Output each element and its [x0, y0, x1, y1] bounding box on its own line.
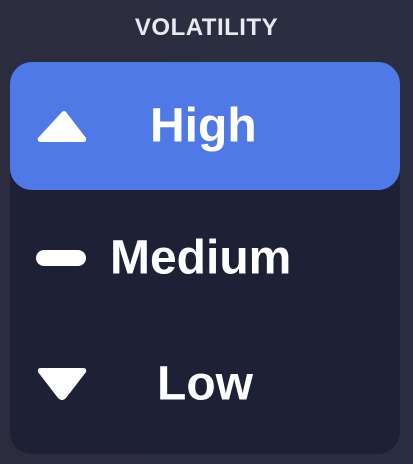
option-low-label: Low [157, 357, 253, 411]
triangle-up-icon [37, 111, 87, 142]
option-low[interactable]: Low [10, 320, 400, 448]
triangle-down-icon [37, 368, 87, 400]
option-medium[interactable]: Medium [10, 194, 400, 322]
volatility-selector: VOLATILITY High Medium Low [0, 0, 413, 464]
option-high-label: High [150, 99, 257, 153]
option-medium-label: Medium [110, 231, 292, 285]
volatility-title: VOLATILITY [134, 14, 279, 41]
option-high[interactable]: High [10, 62, 400, 190]
volatility-options-panel: High Medium Low [10, 62, 400, 454]
dash-icon [36, 250, 86, 266]
